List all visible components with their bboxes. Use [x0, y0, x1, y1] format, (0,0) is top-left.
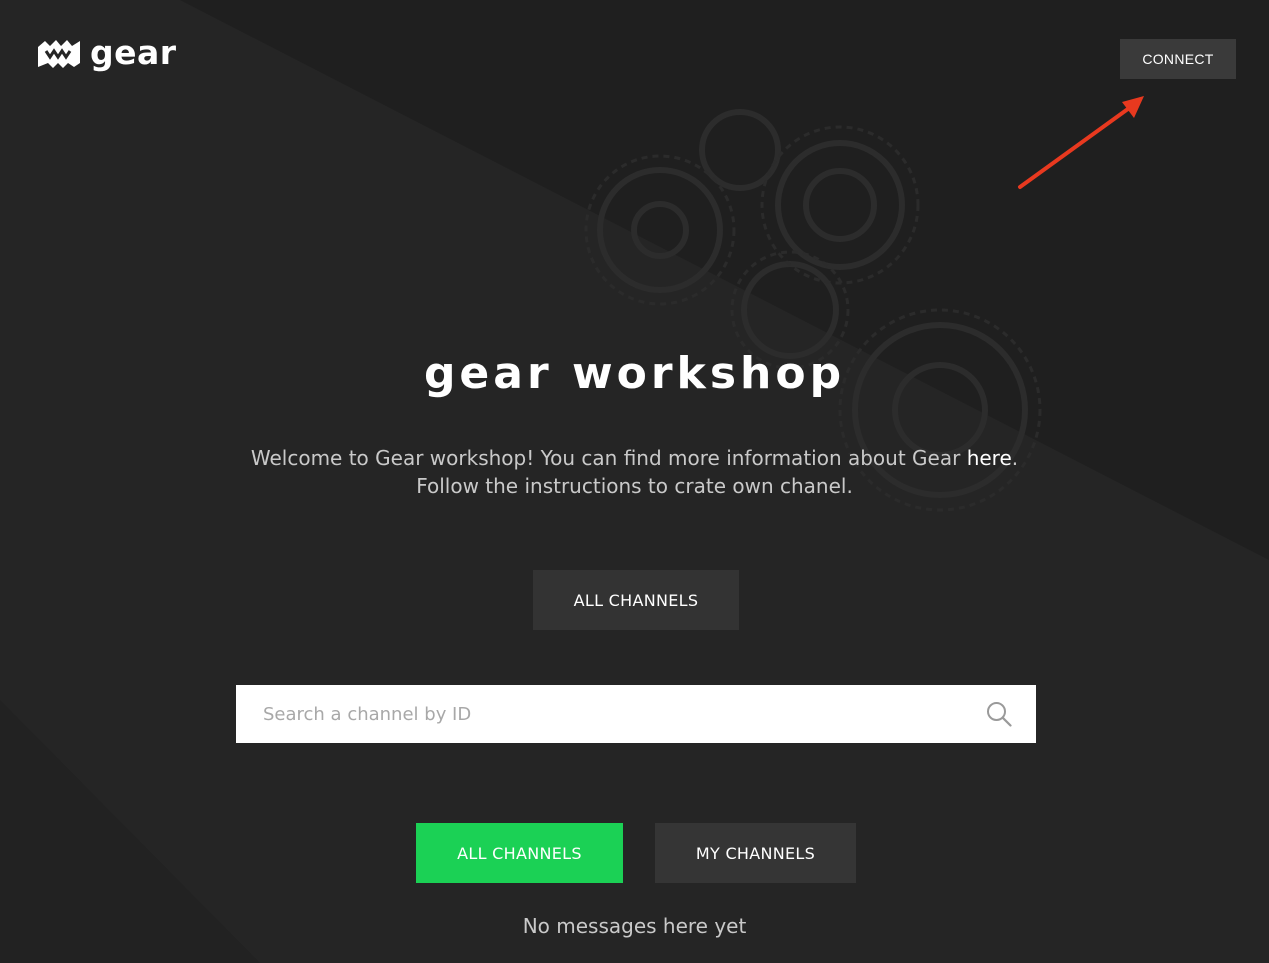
welcome-text-end: .: [1011, 446, 1019, 470]
page: gear CONNECT Gear workshop Welcome to Ge…: [0, 0, 1269, 963]
welcome-text-start: Welcome to Gear workshop! You can find m…: [250, 446, 967, 470]
tab-all-channels[interactable]: ALL CHANNELS: [416, 823, 623, 883]
search-input[interactable]: [236, 685, 986, 743]
welcome-instructions: Follow the instructions to crate own cha…: [416, 474, 853, 498]
gear-logo[interactable]: gear: [36, 36, 177, 72]
annotation-arrow-icon: [1018, 96, 1144, 189]
channel-tabs: ALL CHANNELS MY CHANNELS: [0, 823, 1269, 883]
search-icon[interactable]: [986, 701, 1012, 727]
connect-button[interactable]: CONNECT: [1120, 39, 1236, 79]
channel-search[interactable]: [236, 685, 1036, 743]
page-title: Gear workshop: [423, 348, 846, 399]
logo-text: gear: [90, 32, 177, 72]
empty-state-message: No messages here yet: [522, 914, 747, 938]
all-channels-button[interactable]: ALL CHANNELS: [533, 570, 739, 630]
here-link[interactable]: here: [967, 446, 1012, 470]
welcome-text: Welcome to Gear workshop! You can find m…: [0, 444, 1269, 500]
tab-my-channels[interactable]: MY CHANNELS: [655, 823, 856, 883]
gear-logo-icon: [38, 40, 80, 68]
